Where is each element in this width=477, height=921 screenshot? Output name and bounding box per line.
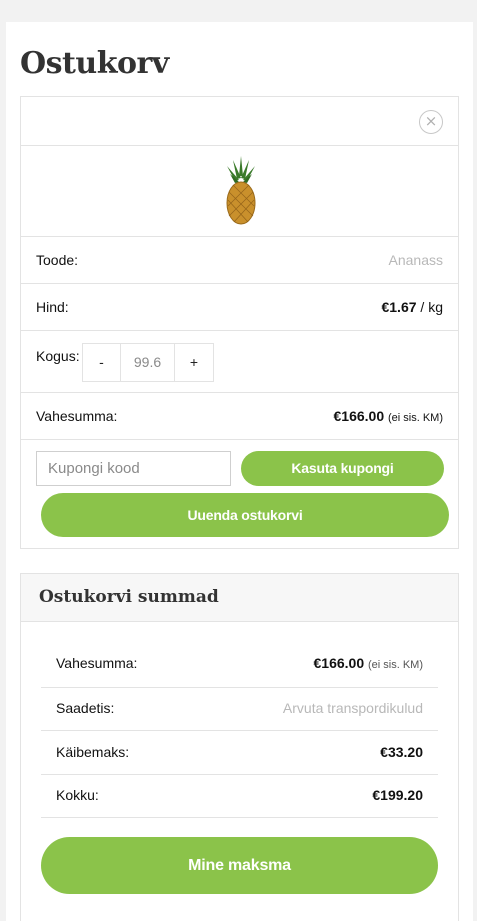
page: Ostukorv × Toode: Ananass Hind: €1.67 / … — [6, 22, 473, 921]
quantity-row: Kogus: - 99.6 + — [21, 330, 458, 392]
subtotal-row: Vahesumma: €166.00 (ei sis. KM) — [21, 392, 458, 439]
update-cart-button[interactable]: Uuenda ostukorvi — [41, 493, 449, 537]
subtotal-label: Vahesumma: — [36, 408, 118, 424]
cart-table: × Toode: Ananass Hind: €1.67 / kg Kogus:… — [20, 96, 459, 549]
cart-actions-row: Kupongi kood Kasuta kupongi Uuenda ostuk… — [21, 439, 458, 549]
shipping-label: Saadetis: — [56, 700, 115, 716]
product-label: Toode: — [36, 252, 79, 268]
cart-totals-header: Ostukorvi summad — [21, 574, 458, 622]
product-thumbnail-row — [21, 145, 458, 236]
totals-subtotal-row: Vahesumma: €166.00 (ei sis. KM) — [41, 644, 438, 688]
total-label: Kokku: — [56, 787, 99, 803]
product-name-row: Toode: Ananass — [21, 236, 458, 283]
apply-coupon-button[interactable]: Kasuta kupongi — [241, 451, 444, 486]
price-value: €1.67 / kg — [381, 299, 443, 315]
pineapple-image[interactable] — [221, 154, 261, 226]
tax-value: €33.20 — [380, 744, 423, 760]
tax-label: Käibemaks: — [56, 744, 130, 760]
checkout-button[interactable]: Mine maksma — [41, 837, 438, 894]
remove-item-button[interactable]: × — [419, 110, 443, 134]
totals-total-row: Kokku: €199.20 — [41, 775, 438, 818]
coupon-code-input[interactable]: Kupongi kood — [36, 451, 231, 486]
totals-subtotal-label: Vahesumma: — [56, 655, 138, 671]
quantity-increase-button[interactable]: + — [174, 343, 214, 382]
total-value: €199.20 — [372, 787, 423, 803]
product-name-link[interactable]: Ananass — [389, 252, 443, 268]
calculate-shipping-link[interactable]: Arvuta transpordikulud — [283, 700, 423, 716]
quantity-input[interactable]: 99.6 — [120, 343, 175, 382]
price-row: Hind: €1.67 / kg — [21, 283, 458, 330]
cart-totals-title: Ostukorvi summad — [39, 587, 219, 607]
close-icon: × — [424, 112, 438, 130]
totals-subtotal-value: €166.00 (ei sis. KM) — [313, 655, 424, 671]
page-title: Ostukorv — [20, 46, 169, 81]
totals-tax-row: Käibemaks: €33.20 — [41, 731, 438, 775]
subtotal-value: €166.00 (ei sis. KM) — [333, 408, 444, 424]
price-label: Hind: — [36, 299, 69, 315]
totals-shipping-row: Saadetis: Arvuta transpordikulud — [41, 688, 438, 731]
quantity-label: Kogus: — [36, 348, 80, 364]
quantity-decrease-button[interactable]: - — [82, 343, 121, 382]
cart-totals: Ostukorvi summad Vahesumma: €166.00 (ei … — [20, 573, 459, 921]
cart-remove-row: × — [21, 97, 458, 145]
